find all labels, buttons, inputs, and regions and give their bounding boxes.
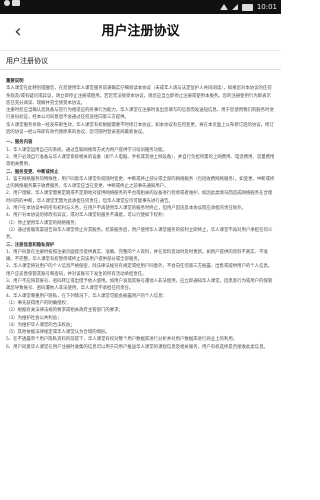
paragraph: （3）为维护社会公共利益；: [6, 315, 62, 321]
wifi-icon: [219, 4, 228, 10]
paragraph: （5）其他依据法律规定或华人课堂认为合理的情形。: [6, 330, 110, 336]
paragraph: 4、华人课堂尊重用户隐私，在下列情况下，华人课堂可能会披露用户的个人信息：: [6, 293, 167, 299]
page-title: 用户注册协议: [101, 24, 180, 39]
status-bar: 10:01: [0, 0, 281, 14]
paragraph: 2、用户理解，华人课堂需要定期或不定期地对提供网络服务的平台或相关的设备进行检修…: [6, 191, 273, 204]
message-icon: [12, 0, 20, 6]
paragraph: 5、在不透露单个用户隐私资料的前提下，华人课堂有权对整个用户数据库进行分析并对用…: [6, 337, 238, 343]
system-status: 10:01: [219, 0, 277, 14]
paragraph: （2）通过客服等渠道告知华人课堂停止对其服务。结束服务后，用户使用华人课堂服务的…: [6, 227, 273, 241]
battery-icon: [241, 3, 253, 11]
paragraph: 一、服务内容: [6, 140, 33, 146]
paragraph: 注册时您应当确认您具备与您行为相适应的民事行为能力，华人课堂在注册时发出您填写的…: [6, 108, 274, 121]
paragraph: （4）为维护华人课堂的合法权益；: [6, 322, 75, 328]
signal-icon: [231, 4, 238, 10]
agreement-text: 重要说明 华人课堂在此特别提醒您，在您使用华人课堂服务前请确实仔细阅读本协议（未…: [6, 78, 275, 351]
divider: [0, 69, 281, 70]
notification-icon: [4, 0, 10, 6]
notification-icons: [4, 0, 20, 6]
app-bar: ‹ 用户注册协议: [0, 14, 281, 51]
paragraph: 华人课堂服务条款一经发布即生效，华人课堂有权根据需要不时修订本协议，如本协议有任…: [6, 122, 274, 136]
section-title: 用户注册协议: [6, 57, 48, 65]
paragraph: 二、服务变更、中断或终止: [6, 169, 59, 175]
paragraph: （1）停止使用华人课堂的网络服务；: [6, 220, 80, 226]
paragraph: 3、用户不应将其账号、密码转让或出借予他人使用。如用户发现其账号遭他人非法使用，…: [6, 279, 273, 292]
paragraph: 4、用户对本协议的修改有异议，或对华人课堂的服务不满意，可以行使如下权利：: [6, 213, 167, 219]
paragraph: 华人课堂在此特别提醒您，在您使用华人课堂服务前请确实仔细阅读本协议（未成年人请与…: [6, 86, 272, 106]
clock: 10:01: [256, 3, 277, 11]
paragraph: 重要说明: [6, 79, 24, 84]
paragraph: 2、华人课堂将对用户的个人信息严格保密，除法律法规另有规定或经用户同意外，不会向…: [6, 264, 273, 277]
paragraph: 2、用户必须自行准备与华人课堂系统相关的设备（如个人电脑、手机或其他上网设备），…: [6, 154, 275, 168]
paragraph: 1、华人课堂运用自己的系统，通过互联网络等方式为用户提供学习培训服务功能。: [6, 147, 167, 153]
paragraph: 1、用户同意在注册时按照注册页面提示提供真实、准确、完整的个人资料，并在资料变动…: [6, 249, 268, 263]
paragraph: 6、用户同意华人课堂在用户注册时收集的信息可以用于向用户推送华人课堂的课程信息及…: [6, 344, 268, 350]
paragraph: 三、注册信息和隐私保护: [6, 242, 55, 248]
paragraph: （1）事先获得用户的明确授权；: [6, 300, 71, 306]
paragraph: 1、鉴于网络服务的特殊性，用户同意华人课堂有权随时变更、中断或终止部分或全部的网…: [6, 176, 275, 190]
paragraph: 3、用户在本协议中的所有权利与义务，在用户不再使用华人课堂的服务时终止，但用户因…: [6, 206, 246, 212]
paragraph: （2）根据有关法律法规的要求或相关政府主管部门的要求；: [6, 308, 123, 314]
